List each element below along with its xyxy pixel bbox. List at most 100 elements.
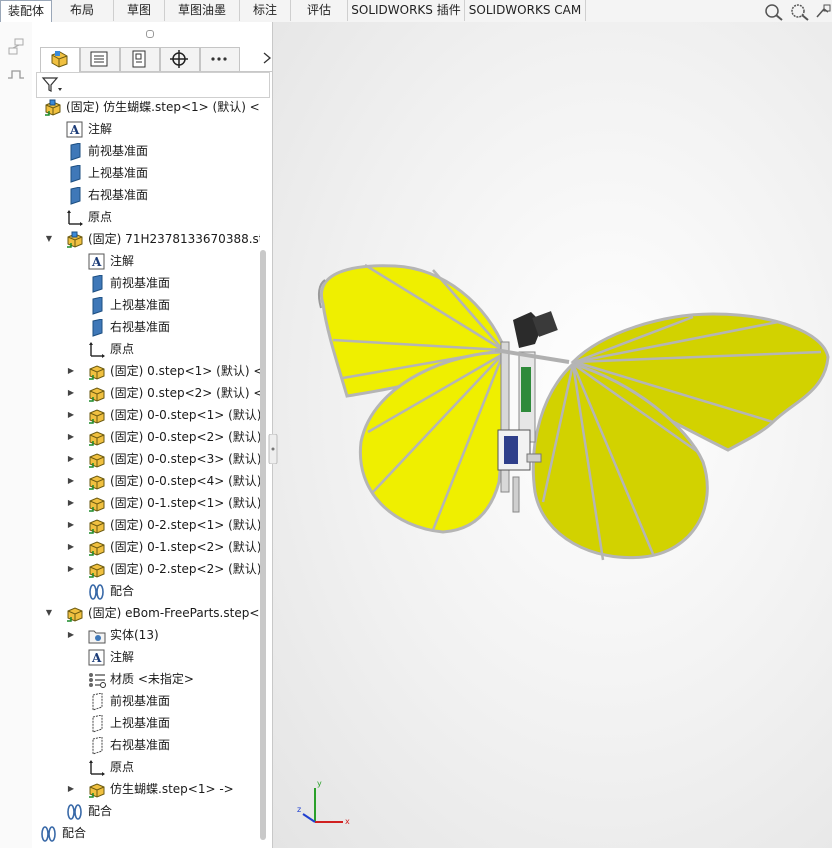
tree-scrollbar[interactable] — [260, 250, 266, 840]
expand-arrow-icon[interactable]: ▶ — [66, 536, 76, 558]
tree-item-r5[interactable]: 原点 — [66, 206, 260, 228]
tree-item-label: 仿生蝴蝶.step<1> -> — [110, 782, 234, 796]
part-icon — [88, 385, 105, 402]
tab-solidworks-cam[interactable]: SOLIDWORKS CAM — [465, 0, 586, 21]
tree-item-r31[interactable]: ▶ 仿生蝴蝶.step<1> -> — [68, 778, 260, 800]
tree-item-label: 注解 — [110, 254, 135, 268]
previous-view-icon[interactable] — [814, 3, 832, 21]
configuration-manager-icon — [132, 50, 146, 68]
tree-item-r26[interactable]: 材质 <未指定> — [88, 668, 260, 690]
configuration-manager-tab[interactable] — [120, 47, 160, 71]
more-icon — [211, 57, 227, 61]
tree-item-label: 上视基准面 — [88, 166, 149, 180]
tree-item-r21[interactable]: ▶ (固定) 0-2.step<2> (默认) — [68, 558, 260, 580]
expand-panel-icon[interactable] — [6, 38, 26, 58]
sketch-icon[interactable] — [6, 68, 26, 82]
feature-manager-icon — [51, 51, 68, 68]
expand-arrow-icon[interactable]: ▶ — [66, 778, 76, 800]
assembly-icon — [66, 231, 83, 248]
expand-arrow-icon[interactable]: ▶ — [66, 624, 76, 646]
origin-icon — [88, 759, 105, 776]
tree-item-r8[interactable]: 前视基准面 — [88, 272, 260, 294]
tree-item-label: (固定) 0.step<1> (默认) < — [110, 364, 260, 378]
expand-arrow-icon[interactable]: ▶ — [66, 492, 76, 514]
tree-item-r7[interactable]: A 注解 — [88, 250, 260, 272]
tree-item-label: 配合 — [62, 826, 87, 840]
tree-item-r20[interactable]: ▶ (固定) 0-1.step<2> (默认) — [68, 536, 260, 558]
tree-item-r23[interactable]: ▼ (固定) eBom-FreeParts.step< — [46, 602, 260, 624]
tree-item-label: (固定) 0-2.step<2> (默认) — [110, 562, 260, 576]
tree-item-label: 材质 <未指定> — [110, 672, 194, 686]
plane-icon — [66, 186, 82, 205]
collapse-arrow-icon[interactable]: ▼ — [44, 602, 54, 624]
tab-solidworks-addins[interactable]: SOLIDWORKS 插件 — [348, 0, 465, 21]
expand-arrow-icon[interactable]: ▶ — [66, 514, 76, 536]
tree-item-r9[interactable]: 上视基准面 — [88, 294, 260, 316]
tree-item-r33[interactable]: 配合 — [40, 822, 260, 844]
tree-item-r28[interactable]: 上视基准面 — [88, 712, 260, 734]
assembly-icon — [44, 99, 61, 116]
tree-item-r14[interactable]: ▶ (固定) 0-0.step<1> (默认) — [68, 404, 260, 426]
tree-item-r10[interactable]: 右视基准面 — [88, 316, 260, 338]
tree-item-r6[interactable]: ▼ (固定) 71H2378133670388.ste — [46, 228, 260, 250]
feature-manager-tab[interactable] — [40, 47, 80, 72]
tree-item-r22[interactable]: 配合 — [88, 580, 260, 602]
tab-assembly[interactable]: 装配体 — [0, 0, 52, 23]
tree-item-r18[interactable]: ▶ (固定) 0-1.step<1> (默认) — [68, 492, 260, 514]
tree-item-r30[interactable]: 原点 — [88, 756, 260, 778]
more-tabs-button[interactable] — [200, 47, 240, 71]
tree-filter-bar[interactable] — [36, 72, 270, 98]
dimxpert-manager-tab[interactable] — [160, 47, 200, 71]
tree-item-r1[interactable]: A 注解 — [66, 118, 260, 140]
tab-evaluate[interactable]: 评估 — [291, 0, 348, 21]
tree-item-r25[interactable]: A 注解 — [88, 646, 260, 668]
expand-arrow-icon[interactable]: ▶ — [66, 426, 76, 448]
tree-item-label: 前视基准面 — [110, 694, 171, 708]
tree-item-r4[interactable]: 右视基准面 — [66, 184, 260, 206]
butterfly-model[interactable] — [273, 22, 832, 848]
expand-arrow-icon[interactable]: ▶ — [66, 448, 76, 470]
property-manager-tab[interactable] — [80, 47, 120, 71]
tree-item-r12[interactable]: ▶ (固定) 0.step<1> (默认) < — [68, 360, 260, 382]
tree-item-r24[interactable]: ▶ 实体(13) — [68, 624, 260, 646]
tab-markup[interactable]: 标注 — [240, 0, 291, 21]
zoom-to-area-icon[interactable] — [790, 3, 810, 21]
part-icon — [88, 495, 105, 512]
tree-item-r13[interactable]: ▶ (固定) 0.step<2> (默认) < — [68, 382, 260, 404]
panel-handle-icon[interactable] — [146, 30, 154, 38]
tree-item-r2[interactable]: 前视基准面 — [66, 140, 260, 162]
expand-arrow-icon[interactable]: ▶ — [66, 382, 76, 404]
tree-item-r15[interactable]: ▶ (固定) 0-0.step<2> (默认) — [68, 426, 260, 448]
zoom-to-fit-icon[interactable] — [764, 3, 784, 21]
tab-sketch-ink[interactable]: 草图油墨 — [165, 0, 240, 21]
tab-sketch[interactable]: 草图 — [114, 0, 165, 21]
tree-item-r17[interactable]: ▶ (固定) 0-0.step<4> (默认) — [68, 470, 260, 492]
origin-icon — [88, 341, 105, 358]
tab-layout[interactable]: 布局 — [51, 0, 114, 21]
triad-y-label: y — [317, 779, 322, 788]
collapse-arrow-icon[interactable]: ▼ — [44, 228, 54, 250]
tree-item-r3[interactable]: 上视基准面 — [66, 162, 260, 184]
expand-arrow-icon[interactable]: ▶ — [66, 360, 76, 382]
tree-item-r16[interactable]: ▶ (固定) 0-0.step<3> (默认) — [68, 448, 260, 470]
tree-item-label: (固定) 0-2.step<1> (默认) — [110, 518, 260, 532]
expand-arrow-icon[interactable]: ▶ — [66, 404, 76, 426]
tree-item-r32[interactable]: 配合 — [66, 800, 260, 822]
tree-item-label: 原点 — [88, 210, 113, 224]
plane-outline-icon — [88, 692, 104, 711]
tree-item-r29[interactable]: 右视基准面 — [88, 734, 260, 756]
expand-arrow-icon[interactable]: ▶ — [66, 558, 76, 580]
plane-outline-icon — [88, 736, 104, 755]
tree-item-r11[interactable]: 原点 — [88, 338, 260, 360]
plane-icon — [88, 274, 104, 293]
expand-arrow-icon[interactable]: ▶ — [66, 470, 76, 492]
tree-item-r27[interactable]: 前视基准面 — [88, 690, 260, 712]
tree-item-label: 配合 — [110, 584, 135, 598]
graphics-viewport[interactable]: y x z — [268, 22, 832, 848]
tree-item-r0[interactable]: (固定) 仿生蝴蝶.step<1> (默认) <显 — [44, 96, 260, 118]
filter-icon[interactable] — [41, 75, 63, 93]
tree-item-label: 右视基准面 — [110, 320, 171, 334]
dimxpert-manager-icon — [170, 50, 188, 68]
tree-item-r19[interactable]: ▶ (固定) 0-2.step<1> (默认) — [68, 514, 260, 536]
chevron-right-icon[interactable] — [262, 51, 272, 65]
